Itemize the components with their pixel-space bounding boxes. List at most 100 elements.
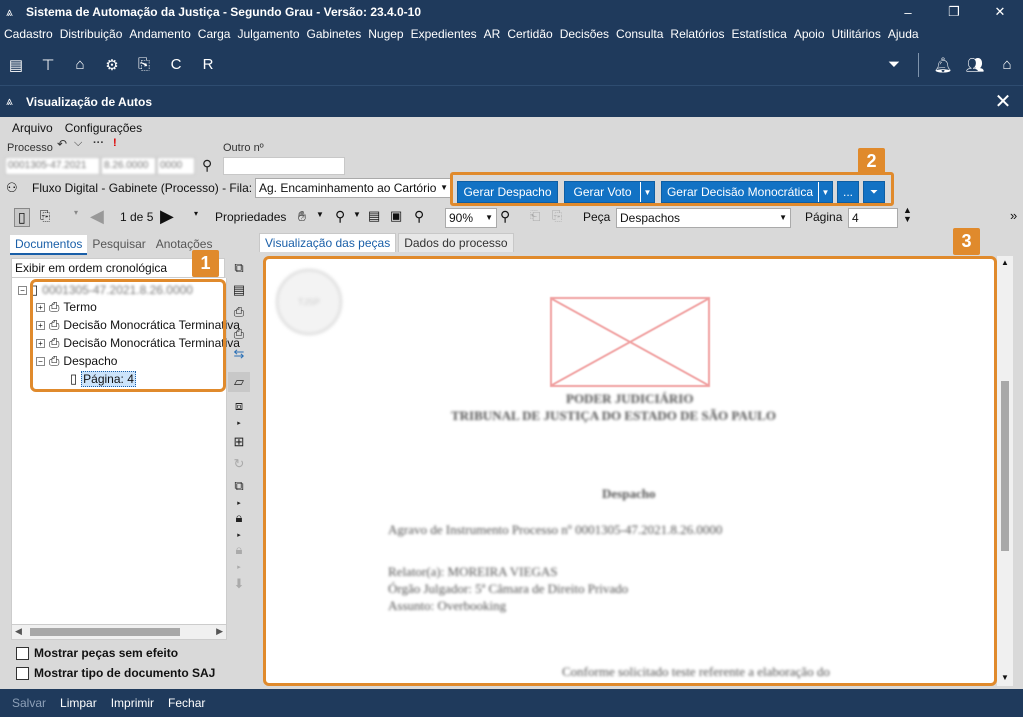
tab-dados-processo[interactable]: Dados do processo bbox=[398, 233, 514, 252]
pagina-input[interactable]: 4 bbox=[848, 208, 898, 228]
mostrar-pecas-checkbox[interactable]: Mostrar peças sem efeito bbox=[16, 646, 178, 660]
menu-arquivo[interactable]: Arquivo bbox=[12, 121, 53, 135]
processo-foro-input[interactable]: 8.26.0000 bbox=[101, 157, 156, 175]
doc-r-icon[interactable]: R bbox=[192, 51, 224, 79]
processo-number-input[interactable]: 0001305-47.2021 bbox=[5, 157, 100, 175]
compare-icon[interactable]: ⇆ bbox=[228, 344, 250, 364]
imprimir-button[interactable]: Imprimir bbox=[111, 696, 154, 710]
scroll-thumb[interactable] bbox=[30, 628, 180, 636]
tab-documentos[interactable]: Documentos bbox=[10, 235, 88, 255]
doc-c-icon[interactable]: C bbox=[160, 51, 192, 79]
menu-gabinetes[interactable]: Gabinetes bbox=[307, 27, 362, 41]
processo-code-input[interactable]: 0000 bbox=[157, 157, 195, 175]
scroll-down-icon[interactable]: ▼ bbox=[1001, 673, 1009, 682]
menu-distribuicao[interactable]: Distribuição bbox=[60, 27, 123, 41]
menu-nugep[interactable]: Nugep bbox=[368, 27, 403, 41]
remove-signature-icon[interactable]: ⎙ bbox=[228, 324, 250, 344]
scroll-right-icon[interactable]: ▶ bbox=[216, 626, 223, 637]
filter-toolbar-icon[interactable]: ⏷ bbox=[878, 51, 910, 79]
document-viewer[interactable]: TJSP PODER JUDICIÁRIO TRIBUNAL DE JUSTIÇ… bbox=[263, 256, 997, 686]
user-settings-icon[interactable]: ⚙ bbox=[96, 51, 128, 79]
checkbox-box[interactable] bbox=[16, 666, 29, 680]
rotate-right-icon[interactable]: ⎘ bbox=[552, 208, 562, 224]
document-gear-icon[interactable]: ⎘ bbox=[128, 51, 160, 79]
scroll-up-icon[interactable]: ▲ bbox=[1001, 258, 1009, 267]
rotate-left-icon[interactable]: ⎗ bbox=[530, 208, 540, 224]
menu-cadastro[interactable]: Cadastro bbox=[4, 27, 53, 41]
zoom-tool-icon[interactable]: ⚲ bbox=[335, 208, 345, 225]
menu-decisoes[interactable]: Decisões bbox=[560, 27, 609, 41]
menu-apoio[interactable]: Apoio bbox=[794, 27, 825, 41]
menu-expedientes[interactable]: Expedientes bbox=[411, 27, 477, 41]
document-vertical-scrollbar[interactable]: ▲ ▼ bbox=[997, 256, 1013, 686]
hand-dropdown-icon[interactable]: ▼ bbox=[316, 210, 324, 219]
signed-icon[interactable]: ⎙ bbox=[228, 302, 250, 322]
menu-utilitarios[interactable]: Utilitários bbox=[832, 27, 881, 41]
first-page-icon[interactable]: ▾ bbox=[74, 208, 78, 217]
copy-page-icon[interactable]: ⎘ bbox=[40, 208, 50, 224]
propriedades-button[interactable]: Propriedades bbox=[215, 210, 286, 224]
gerar-voto-dropdown-icon[interactable]: ▼ bbox=[640, 182, 654, 202]
more-options-icon[interactable]: ··· bbox=[93, 137, 104, 149]
list-view-icon[interactable]: ▤ bbox=[228, 280, 250, 300]
menu-carga[interactable]: Carga bbox=[198, 27, 231, 41]
menu-relatorios[interactable]: Relatórios bbox=[670, 27, 724, 41]
maximize-button[interactable]: ❐ bbox=[931, 0, 977, 24]
folder-icon[interactable]: ⌂ bbox=[64, 51, 96, 79]
gerar-despacho-button[interactable]: Gerar Despacho bbox=[457, 181, 558, 203]
scroll-thumb[interactable] bbox=[1001, 381, 1009, 551]
tab-visualizacao[interactable]: Visualização das peças bbox=[259, 233, 397, 252]
gerar-voto-button[interactable]: Gerar Voto ▼ bbox=[564, 181, 655, 203]
tree-horizontal-scrollbar[interactable]: ◀ ▶ bbox=[11, 624, 227, 640]
single-page-icon[interactable]: ▯ bbox=[14, 208, 30, 227]
close-window-button[interactable]: ✕ bbox=[977, 0, 1023, 24]
mostrar-tipo-checkbox[interactable]: Mostrar tipo de documento SAJ bbox=[16, 666, 215, 680]
minimize-button[interactable]: – bbox=[885, 0, 931, 24]
menu-julgamento[interactable]: Julgamento bbox=[237, 27, 299, 41]
menu-consulta[interactable]: Consulta bbox=[616, 27, 663, 41]
zoom-dropdown-icon[interactable]: ▼ bbox=[353, 210, 361, 219]
new-note-icon[interactable]: ⊞ bbox=[228, 432, 250, 452]
tab-pesquisar[interactable]: Pesquisar bbox=[87, 235, 150, 255]
search-icon[interactable]: ⚲ bbox=[202, 157, 212, 174]
salvar-button[interactable]: Salvar bbox=[12, 696, 46, 710]
users-icon[interactable]: 👥︎ bbox=[959, 51, 991, 79]
fit-width-icon[interactable]: ▤ bbox=[368, 208, 380, 224]
previous-page-icon[interactable]: ◀ bbox=[90, 206, 104, 227]
home-icon[interactable]: ⌂ bbox=[991, 51, 1023, 79]
menu-estatistica[interactable]: Estatística bbox=[731, 27, 786, 41]
more-actions-button[interactable]: ... bbox=[837, 181, 859, 203]
menu-andamento[interactable]: Andamento bbox=[129, 27, 190, 41]
gerar-decisao-dropdown-icon[interactable]: ▼ bbox=[818, 182, 832, 202]
fechar-button[interactable]: Fechar bbox=[168, 696, 205, 710]
undo-icon[interactable]: ↶ bbox=[57, 137, 67, 151]
filter-actions-button[interactable]: ⏷ bbox=[863, 181, 885, 203]
collapse-icon[interactable]: − bbox=[18, 285, 27, 295]
zoom-select[interactable]: 90% ▼ bbox=[445, 208, 497, 228]
hand-tool-icon[interactable]: ✋︎ bbox=[298, 208, 306, 225]
inbox-icon[interactable]: ▤ bbox=[0, 51, 32, 79]
zoom-out-icon[interactable]: ⚲ bbox=[414, 208, 424, 225]
menu-ajuda[interactable]: Ajuda bbox=[888, 27, 919, 41]
overflow-chevron-icon[interactable]: » bbox=[1010, 208, 1017, 223]
expand-view-icon[interactable]: ⧉ bbox=[228, 476, 250, 496]
add-annotation-icon[interactable]: ⧈ bbox=[228, 396, 250, 416]
lock-icon[interactable]: 🔒︎ bbox=[228, 508, 250, 528]
annotation-icon[interactable]: ▱ bbox=[228, 372, 250, 392]
peca-select[interactable]: Despachos ▼ bbox=[616, 208, 791, 228]
inner-close-icon[interactable]: ✕ bbox=[983, 89, 1023, 114]
zoom-in-icon[interactable]: ⚲ bbox=[500, 208, 510, 225]
chevron-down-icon[interactable]: ⌵ bbox=[74, 137, 82, 150]
menu-certidao[interactable]: Certidão bbox=[507, 27, 552, 41]
scroll-left-icon[interactable]: ◀ bbox=[15, 626, 22, 637]
last-page-icon[interactable]: ▾ bbox=[194, 209, 198, 218]
notification-bell-icon[interactable]: 🔔︎ bbox=[927, 51, 959, 79]
gerar-decisao-button[interactable]: Gerar Decisão Monocrática ▼ bbox=[661, 181, 833, 203]
pagina-spinner-icon[interactable]: ▲ ▼ bbox=[903, 206, 912, 224]
limpar-button[interactable]: Limpar bbox=[60, 696, 97, 710]
menu-configuracoes[interactable]: Configurações bbox=[65, 121, 142, 135]
outro-number-input[interactable] bbox=[223, 157, 345, 175]
next-page-icon[interactable]: ▶ bbox=[160, 206, 174, 227]
fit-page-icon[interactable]: ▣ bbox=[390, 208, 402, 224]
hierarchy-icon[interactable]: ⊤ bbox=[32, 51, 64, 79]
